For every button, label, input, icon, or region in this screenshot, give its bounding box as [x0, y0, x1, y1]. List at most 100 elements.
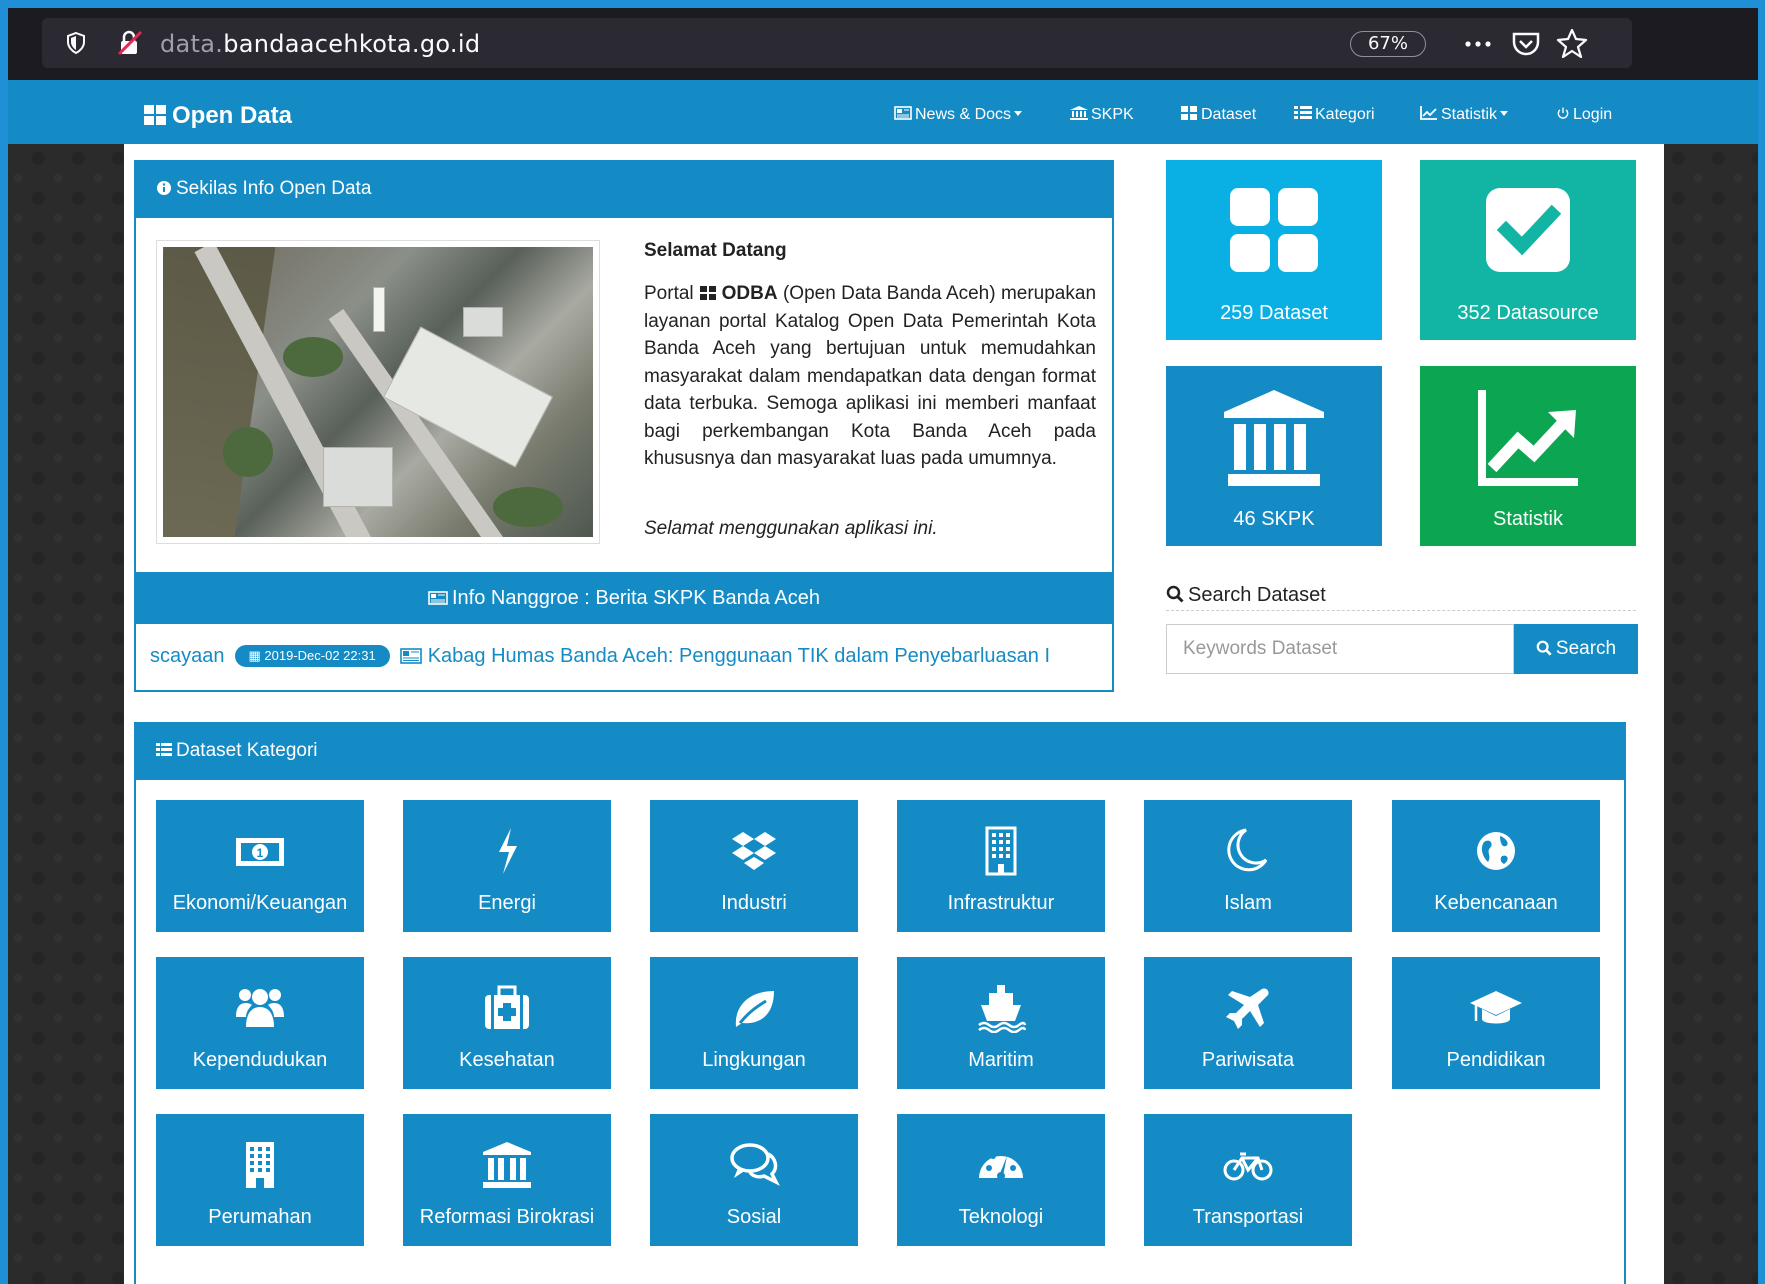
category-pendidikan[interactable]: Pendidikan	[1392, 957, 1600, 1089]
grid-icon	[144, 105, 166, 125]
insecure-lock-icon[interactable]	[116, 30, 144, 56]
category-islam[interactable]: Islam	[1144, 800, 1352, 932]
dropbox-icon	[732, 832, 776, 870]
more-actions-icon[interactable]	[1462, 28, 1494, 58]
list-icon	[156, 743, 172, 756]
category-transportasi[interactable]: Transportasi	[1144, 1114, 1352, 1246]
calendar-icon: ▦	[248, 648, 265, 663]
users-icon	[236, 989, 284, 1027]
search-button[interactable]: Search	[1514, 624, 1638, 674]
category-infrastruktur[interactable]: Infrastruktur	[897, 800, 1105, 932]
info-panel: Sekilas Info Open Data Selamat Datang Po…	[134, 160, 1114, 692]
graduation-cap-icon	[1470, 991, 1522, 1024]
dataset-count-label: 259 Dataset	[1220, 302, 1328, 324]
category-panel: Dataset Kategori 1 Ekonomi/Keuangan Ener…	[134, 722, 1626, 1284]
newspaper-icon	[894, 106, 912, 120]
medkit-icon	[485, 985, 529, 1029]
plane-icon	[1226, 988, 1269, 1029]
news-ticker[interactable]: scayaan ▦ 2019-Dec-02 22:31 Kabag Humas Ba…	[150, 636, 1100, 676]
category-maritim[interactable]: Maritim	[897, 957, 1105, 1089]
newspaper-icon	[428, 591, 448, 605]
welcome-title: Selamat Datang	[644, 240, 787, 261]
money-icon: 1	[236, 838, 284, 866]
category-lingkungan[interactable]: Lingkungan	[650, 957, 858, 1089]
nav-kategori[interactable]: Kategori	[1294, 106, 1375, 124]
date-badge: ▦ 2019-Dec-02 22:31	[234, 645, 390, 667]
ship-icon	[978, 985, 1027, 1033]
city-aerial-photo	[156, 240, 600, 544]
leaf-icon	[735, 991, 774, 1027]
bolt-icon	[499, 828, 517, 874]
search-input[interactable]	[1166, 624, 1514, 674]
category-kependudukan[interactable]: Kependudukan	[156, 957, 364, 1089]
category-kebencanaan[interactable]: Kebencanaan	[1392, 800, 1600, 932]
nav-login[interactable]: Login	[1556, 106, 1612, 124]
bicycle-icon	[1223, 1152, 1273, 1181]
search-icon	[1166, 585, 1184, 603]
chevron-down-icon	[1014, 111, 1023, 116]
welcome-body: Portal ODBA (Open Data Banda Aceh) merupa…	[644, 283, 1097, 469]
zoom-level-badge[interactable]: 67%	[1350, 31, 1426, 57]
checkbox-icon	[1486, 188, 1570, 272]
grid-icon	[1230, 188, 1318, 272]
ticker-lead-text[interactable]: scayaan	[150, 645, 225, 667]
skpk-count-label: 46 SKPK	[1233, 508, 1315, 530]
comments-icon	[730, 1143, 780, 1186]
building-icon	[985, 826, 1017, 876]
category-industri[interactable]: Industri	[650, 800, 858, 932]
news-headline-link[interactable]: Kabag Humas Banda Aceh: Penggunaan TIK d…	[428, 645, 1050, 667]
chart-icon	[1420, 106, 1437, 120]
nav-skpk[interactable]: SKPK	[1070, 106, 1134, 124]
nav-dataset[interactable]: Dataset	[1180, 106, 1256, 124]
list-icon	[1294, 106, 1312, 119]
shield-icon[interactable]	[64, 31, 88, 55]
category-energi[interactable]: Energi	[403, 800, 611, 932]
grid-icon	[699, 286, 716, 300]
skpk-count-tile[interactable]: 46 SKPK	[1166, 366, 1382, 546]
institution-icon	[1224, 390, 1324, 486]
grid-icon	[1181, 106, 1197, 120]
search-divider	[1166, 610, 1636, 611]
browser-window: data.bandaacehkota.go.id 67% Open Data N…	[8, 8, 1758, 1284]
line-chart-icon	[1478, 390, 1578, 486]
nav-news-docs[interactable]: News & Docs	[894, 106, 1023, 124]
main-content: Sekilas Info Open Data Selamat Datang Po…	[124, 144, 1664, 1284]
moon-icon	[1227, 828, 1268, 872]
news-header: Info Nanggroe : Berita SKPK Banda Aceh	[136, 572, 1112, 624]
category-perumahan[interactable]: Perumahan	[156, 1114, 364, 1246]
site-navbar: Open Data News & Docs SKPK Dataset Kateg…	[8, 80, 1758, 144]
chevron-down-icon	[1500, 111, 1509, 116]
search-title: Search Dataset	[1166, 584, 1326, 607]
institution-icon	[1070, 106, 1088, 120]
dataset-count-tile[interactable]: 259 Dataset	[1166, 160, 1382, 340]
power-icon	[1557, 107, 1569, 119]
category-sosial[interactable]: Sosial	[650, 1114, 858, 1246]
category-ekonomi-keuangan[interactable]: 1 Ekonomi/Keuangan	[156, 800, 364, 932]
nav-statistik[interactable]: Statistik	[1420, 106, 1509, 124]
browser-toolbar: data.bandaacehkota.go.id 67%	[8, 8, 1758, 80]
category-panel-header: Dataset Kategori	[136, 724, 1624, 780]
category-teknologi[interactable]: Teknologi	[897, 1114, 1105, 1246]
welcome-closing: Selamat menggunakan aplikasi ini.	[644, 518, 938, 539]
svg-text:1: 1	[257, 846, 264, 860]
statistik-tile[interactable]: Statistik	[1420, 366, 1636, 546]
brand-logo[interactable]: Open Data	[144, 102, 292, 130]
info-panel-header: Sekilas Info Open Data	[136, 162, 1112, 218]
category-kesehatan[interactable]: Kesehatan	[403, 957, 611, 1089]
search-icon	[1536, 640, 1552, 656]
newspaper-icon	[399, 648, 422, 664]
dashboard-icon	[979, 1149, 1023, 1180]
pocket-icon[interactable]	[1510, 28, 1542, 58]
datasource-count-tile[interactable]: 352 Datasource	[1420, 160, 1636, 340]
category-pariwisata[interactable]: Pariwisata	[1144, 957, 1352, 1089]
apartment-icon	[246, 1142, 274, 1188]
statistik-label: Statistik	[1492, 508, 1564, 530]
url-bar[interactable]: data.bandaacehkota.go.id 67%	[42, 18, 1632, 68]
globe-icon	[1477, 832, 1515, 870]
bookmark-star-icon[interactable]	[1556, 28, 1588, 58]
category-reformasi-birokrasi[interactable]: Reformasi Birokrasi	[403, 1114, 611, 1246]
info-circle-icon	[157, 181, 171, 195]
url-text[interactable]: data.bandaacehkota.go.id	[160, 30, 480, 58]
institution-icon	[483, 1142, 531, 1188]
datasource-count-label: 352 Datasource	[1457, 302, 1599, 324]
